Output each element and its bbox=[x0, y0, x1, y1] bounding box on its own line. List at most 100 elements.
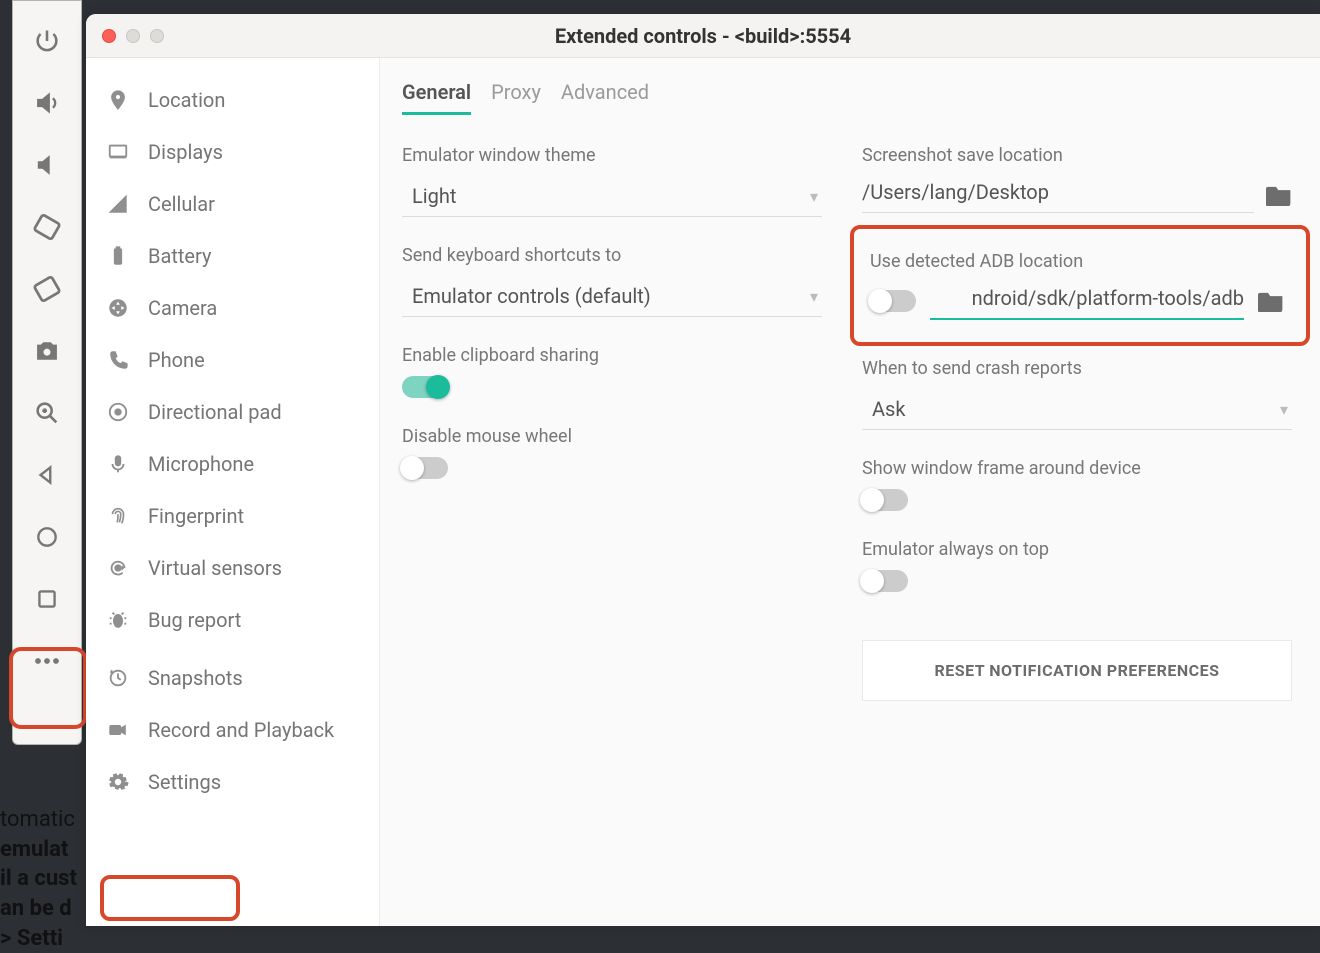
sidebar-item-label: Fingerprint bbox=[148, 504, 244, 528]
sidebar-item-fingerprint[interactable]: Fingerprint bbox=[86, 490, 379, 542]
sidebar-item-snapshots[interactable]: Snapshots bbox=[86, 652, 379, 704]
settings-panel: General Proxy Advanced Emulator window t… bbox=[380, 58, 1320, 926]
crash-select[interactable]: Ask ▾ bbox=[862, 389, 1292, 430]
chevron-down-icon: ▾ bbox=[810, 287, 818, 306]
sidebar-item-settings[interactable]: Settings bbox=[86, 756, 379, 808]
crash-label: When to send crash reports bbox=[862, 358, 1292, 379]
power-icon[interactable] bbox=[27, 21, 67, 61]
folder-icon[interactable] bbox=[1258, 290, 1284, 312]
sidebar-item-label: Virtual sensors bbox=[148, 556, 282, 580]
theme-select[interactable]: Light ▾ bbox=[402, 176, 822, 217]
sidebar-item-label: Location bbox=[148, 88, 225, 112]
sidebar-item-record-playback[interactable]: Record and Playback bbox=[86, 704, 379, 756]
screenshot-camera-icon[interactable] bbox=[27, 331, 67, 371]
display-icon bbox=[106, 140, 130, 164]
sidebar-item-cellular[interactable]: Cellular bbox=[86, 178, 379, 230]
videocam-icon bbox=[106, 718, 130, 742]
volume-down-icon[interactable] bbox=[27, 145, 67, 185]
overview-icon[interactable] bbox=[27, 579, 67, 619]
mousewheel-group: Disable mouse wheel bbox=[402, 426, 822, 479]
background-doc-text: tomatic emulat il a cust an be d > Setti bbox=[0, 805, 77, 953]
sidebar-item-label: Camera bbox=[148, 296, 217, 320]
theme-label: Emulator window theme bbox=[402, 145, 822, 166]
settings-left-column: Emulator window theme Light ▾ Send keybo… bbox=[402, 145, 822, 701]
location-icon bbox=[106, 88, 130, 112]
tab-advanced[interactable]: Advanced bbox=[561, 80, 649, 115]
chevron-down-icon: ▾ bbox=[1280, 400, 1288, 419]
sidebar-item-bug-report[interactable]: Bug report bbox=[86, 594, 379, 646]
volume-up-icon[interactable] bbox=[27, 83, 67, 123]
gear-icon bbox=[106, 770, 130, 794]
adb-label: Use detected ADB location bbox=[870, 251, 1284, 272]
sidebar-item-directional-pad[interactable]: Directional pad bbox=[86, 386, 379, 438]
sidebar-item-battery[interactable]: Battery bbox=[86, 230, 379, 282]
rotate-right-icon[interactable] bbox=[20, 262, 75, 317]
window-title: Extended controls - <build>:5554 bbox=[86, 24, 1320, 48]
theme-group: Emulator window theme Light ▾ bbox=[402, 145, 822, 217]
extended-controls-window: Extended controls - <build>:5554 Locatio… bbox=[86, 14, 1320, 926]
zoom-icon[interactable] bbox=[27, 393, 67, 433]
sensors-icon bbox=[106, 556, 130, 580]
frame-toggle[interactable] bbox=[862, 489, 908, 511]
battery-icon bbox=[106, 244, 130, 268]
screenshot-label: Screenshot save location bbox=[862, 145, 1292, 166]
camera-aperture-icon bbox=[106, 296, 130, 320]
sidebar-item-microphone[interactable]: Microphone bbox=[86, 438, 379, 490]
sidebar-item-label: Microphone bbox=[148, 452, 254, 476]
chevron-down-icon: ▾ bbox=[810, 187, 818, 206]
theme-value: Light bbox=[412, 184, 456, 208]
dpad-icon bbox=[106, 400, 130, 424]
microphone-icon bbox=[106, 452, 130, 476]
snapshot-icon bbox=[106, 666, 130, 690]
tab-proxy[interactable]: Proxy bbox=[491, 80, 541, 115]
sidebar-item-label: Record and Playback bbox=[148, 718, 334, 742]
crash-value: Ask bbox=[872, 397, 906, 421]
sidebar-item-label: Settings bbox=[148, 770, 221, 794]
phone-icon bbox=[106, 348, 130, 372]
sidebar-item-label: Displays bbox=[148, 140, 223, 164]
folder-icon[interactable] bbox=[1266, 184, 1292, 206]
mousewheel-toggle[interactable] bbox=[402, 457, 448, 479]
window-content: Location Displays Cellular Battery bbox=[86, 58, 1320, 926]
screenshot-group: Screenshot save location /Users/lang/Des… bbox=[862, 145, 1292, 213]
tab-general[interactable]: General bbox=[402, 80, 471, 115]
sidebar-item-label: Bug report bbox=[148, 608, 241, 632]
fingerprint-icon bbox=[106, 504, 130, 528]
sidebar-item-phone[interactable]: Phone bbox=[86, 334, 379, 386]
sidebar-item-label: Cellular bbox=[148, 192, 215, 216]
settings-right-column: Screenshot save location /Users/lang/Des… bbox=[862, 145, 1292, 701]
emulator-side-toolbar bbox=[12, 0, 82, 745]
reset-notifications-button[interactable]: RESET NOTIFICATION PREFERENCES bbox=[862, 640, 1292, 701]
ontop-group: Emulator always on top bbox=[862, 539, 1292, 592]
settings-tabs: General Proxy Advanced bbox=[402, 80, 1292, 115]
back-icon[interactable] bbox=[27, 455, 67, 495]
frame-group: Show window frame around device bbox=[862, 458, 1292, 511]
shortcuts-select[interactable]: Emulator controls (default) ▾ bbox=[402, 276, 822, 317]
clipboard-group: Enable clipboard sharing bbox=[402, 345, 822, 398]
sidebar-item-virtual-sensors[interactable]: Virtual sensors bbox=[86, 542, 379, 594]
clipboard-toggle[interactable] bbox=[402, 376, 448, 398]
clipboard-label: Enable clipboard sharing bbox=[402, 345, 822, 366]
sidebar: Location Displays Cellular Battery bbox=[86, 58, 380, 926]
crash-group: When to send crash reports Ask ▾ bbox=[862, 358, 1292, 430]
sidebar-item-label: Snapshots bbox=[148, 666, 243, 690]
shortcuts-label: Send keyboard shortcuts to bbox=[402, 245, 822, 266]
home-icon[interactable] bbox=[27, 517, 67, 557]
rotate-left-icon[interactable] bbox=[20, 200, 75, 255]
sidebar-item-label: Phone bbox=[148, 348, 205, 372]
adb-path-input[interactable]: ndroid/sdk/platform-tools/adb bbox=[930, 282, 1244, 320]
shortcuts-value: Emulator controls (default) bbox=[412, 284, 651, 308]
adb-toggle[interactable] bbox=[870, 290, 916, 312]
frame-label: Show window frame around device bbox=[862, 458, 1292, 479]
sidebar-item-camera[interactable]: Camera bbox=[86, 282, 379, 334]
mousewheel-label: Disable mouse wheel bbox=[402, 426, 822, 447]
more-icon[interactable] bbox=[27, 641, 67, 681]
ontop-label: Emulator always on top bbox=[862, 539, 1292, 560]
sidebar-item-location[interactable]: Location bbox=[86, 74, 379, 126]
sidebar-item-displays[interactable]: Displays bbox=[86, 126, 379, 178]
screenshot-path[interactable]: /Users/lang/Desktop bbox=[862, 176, 1254, 213]
ontop-toggle[interactable] bbox=[862, 570, 908, 592]
cellular-icon bbox=[106, 192, 130, 216]
sidebar-item-label: Battery bbox=[148, 244, 211, 268]
sidebar-item-label: Directional pad bbox=[148, 400, 282, 424]
